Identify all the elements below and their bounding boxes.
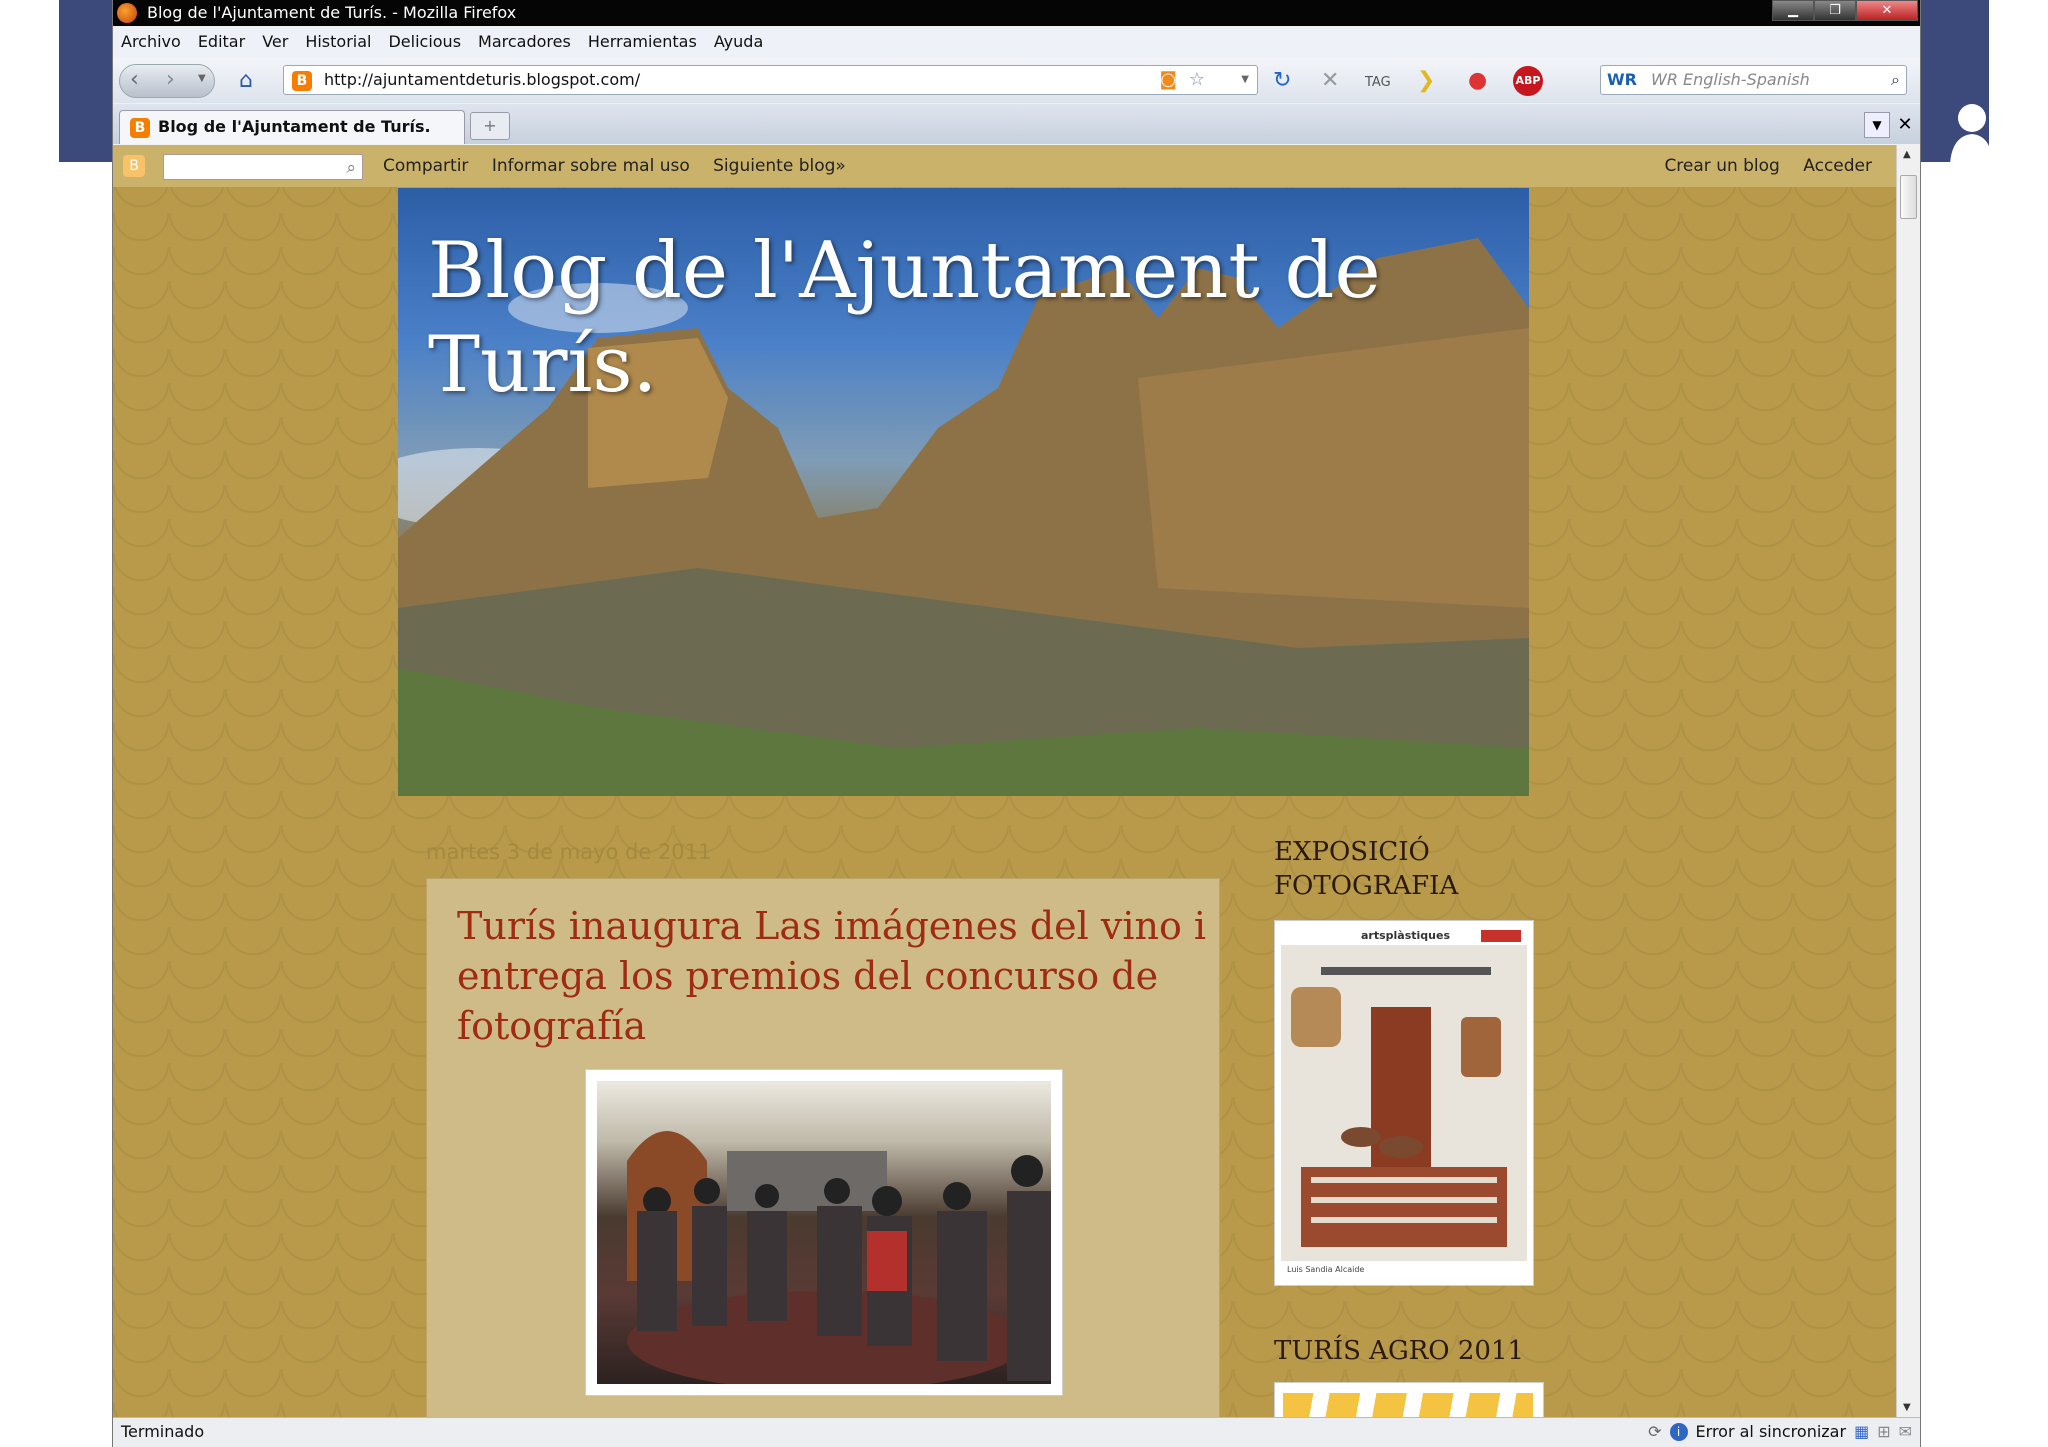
poster-footer: Luis Sandia Alcaide xyxy=(1281,1261,1527,1279)
sign-in-link[interactable]: Acceder xyxy=(1803,156,1872,176)
post-title[interactable]: Turís inaugura Las imágenes del vino i e… xyxy=(457,901,1217,1051)
home-icon[interactable]: ⌂ xyxy=(239,68,253,94)
browser-window: Blog de l'Ajuntament de Turís. - Mozilla… xyxy=(112,0,1921,1447)
close-tab-button[interactable]: ✕ xyxy=(1894,112,1916,138)
window-title: Blog de l'Ajuntament de Turís. - Mozilla… xyxy=(147,3,517,22)
tab-list-button[interactable]: ▼ xyxy=(1864,112,1890,138)
url-dropdown-icon[interactable]: ▼ xyxy=(1241,66,1249,94)
menu-ver[interactable]: Ver xyxy=(262,27,288,57)
menu-delicious[interactable]: Delicious xyxy=(388,27,461,57)
post-photo[interactable] xyxy=(585,1069,1063,1396)
blogger-logo-icon[interactable]: B xyxy=(123,155,145,177)
sync-icon[interactable]: ⟳ xyxy=(1648,1418,1661,1446)
user-silhouette-icon xyxy=(1950,104,1992,164)
tab-bar: B Blog de l'Ajuntament de Turís. + ▼ ✕ xyxy=(113,104,1920,144)
report-abuse-link[interactable]: Informar sobre mal uso xyxy=(492,156,690,176)
sync-error-text[interactable]: Error al sincronizar xyxy=(1696,1418,1847,1446)
blog-header-image[interactable]: Blog de l'Ajuntament de Turís. xyxy=(398,188,1529,796)
grid-icon[interactable]: ⊞ xyxy=(1877,1418,1890,1446)
next-blog-link[interactable]: Siguiente blog» xyxy=(713,156,846,176)
history-dropdown-icon[interactable]: ▼ xyxy=(198,73,206,84)
menu-editar[interactable]: Editar xyxy=(198,27,245,57)
wine-press-illustration xyxy=(1291,967,1507,1247)
date-header: martes 3 de mayo de 2011 xyxy=(426,840,712,864)
status-text: Terminado xyxy=(121,1422,205,1441)
blogger-search-input[interactable]: ⌕ xyxy=(163,154,363,180)
menu-archivo[interactable]: Archivo xyxy=(121,27,181,57)
firefox-icon xyxy=(117,3,137,23)
forward-arrow-icon[interactable]: › xyxy=(166,67,175,92)
tab-label: Blog de l'Ajuntament de Turís. xyxy=(158,117,431,136)
search-icon[interactable]: ⌕ xyxy=(346,147,356,189)
vertical-scrollbar[interactable]: ▲ ▼ xyxy=(1896,145,1920,1417)
navigation-toolbar: ‹ › ▼ ⌂ B http://ajuntamentdeturis.blogs… xyxy=(113,58,1920,103)
search-icon[interactable]: ⌕ xyxy=(1891,66,1900,94)
url-text: http://ajuntamentdeturis.blogspot.com/ xyxy=(324,70,641,89)
sidebar: EXPOSICIÓ FOTOGRAFIA xyxy=(1274,835,1564,903)
turis-agro-image[interactable] xyxy=(1274,1382,1544,1417)
url-bar[interactable]: B http://ajuntamentdeturis.blogspot.com/… xyxy=(283,65,1258,95)
bookmark-star-icon[interactable]: ☆ xyxy=(1189,66,1205,94)
blog-post: Turís inaugura Las imágenes del vino i e… xyxy=(426,878,1220,1417)
blogger-navbar: B ⌕ Compartir Informar sobre mal uso Sig… xyxy=(113,145,1896,187)
adblock-icon[interactable]: ABP xyxy=(1513,66,1543,96)
search-placeholder: WR English-Spanish xyxy=(1651,70,1810,89)
arrow-addon-icon[interactable]: ❯ xyxy=(1417,68,1435,94)
menu-marcadores[interactable]: Marcadores xyxy=(478,27,571,57)
widget-title-agro: TURÍS AGRO 2011 xyxy=(1274,1336,1525,1366)
stop-icon[interactable]: ✕ xyxy=(1321,68,1339,94)
minimize-button[interactable]: ▁ xyxy=(1772,0,1814,21)
widget-title-exposicio: EXPOSICIÓ FOTOGRAFIA xyxy=(1274,837,1459,901)
info-icon[interactable]: i xyxy=(1669,1423,1688,1441)
search-box[interactable]: WR WR English-Spanish ⌕ xyxy=(1600,65,1907,95)
create-blog-link[interactable]: Crear un blog xyxy=(1664,156,1779,176)
blogger-favicon: B xyxy=(292,71,312,91)
menu-herramientas[interactable]: Herramientas xyxy=(588,27,697,57)
delicious-tag-icon[interactable]: TAG xyxy=(1365,70,1391,96)
title-bar: Blog de l'Ajuntament de Turís. - Mozilla… xyxy=(113,0,1920,26)
new-tab-button[interactable]: + xyxy=(470,112,510,140)
status-bar: Terminado ⟳ i Error al sincronizar ▦ ⊞ ✉ xyxy=(113,1417,1920,1447)
colored-dots-icon[interactable]: ● xyxy=(1468,68,1487,94)
page-content: B ⌕ Compartir Informar sobre mal uso Sig… xyxy=(113,145,1896,1417)
menu-bar: Archivo Editar Ver Historial Delicious M… xyxy=(113,27,1920,57)
maximize-button[interactable]: ❐ xyxy=(1814,0,1856,21)
back-arrow-icon[interactable]: ‹ xyxy=(130,67,139,92)
tab-blog[interactable]: B Blog de l'Ajuntament de Turís. xyxy=(119,110,465,144)
exhibition-poster[interactable]: artsplàstiques Luis Sandia Alcaide xyxy=(1274,920,1534,1286)
reload-icon[interactable]: ↻ xyxy=(1273,68,1291,94)
scroll-down-arrow-icon[interactable]: ▼ xyxy=(1903,1402,1911,1413)
mail-icon[interactable]: ✉ xyxy=(1899,1418,1912,1446)
blogger-favicon: B xyxy=(130,118,150,138)
blog-title[interactable]: Blog de l'Ajuntament de Turís. xyxy=(428,224,1428,412)
share-link[interactable]: Compartir xyxy=(383,156,468,176)
menu-historial[interactable]: Historial xyxy=(305,27,371,57)
back-forward-buttons[interactable]: ‹ › ▼ xyxy=(119,64,215,98)
close-window-button[interactable]: ✕ xyxy=(1856,0,1918,21)
scroll-up-arrow-icon[interactable]: ▲ xyxy=(1903,149,1911,160)
wordreference-icon[interactable]: WR xyxy=(1607,66,1637,94)
scrollbar-thumb[interactable] xyxy=(1900,175,1917,219)
rss-icon[interactable]: ◙ xyxy=(1160,66,1177,94)
window-icon[interactable]: ▦ xyxy=(1854,1418,1869,1446)
menu-ayuda[interactable]: Ayuda xyxy=(714,27,763,57)
